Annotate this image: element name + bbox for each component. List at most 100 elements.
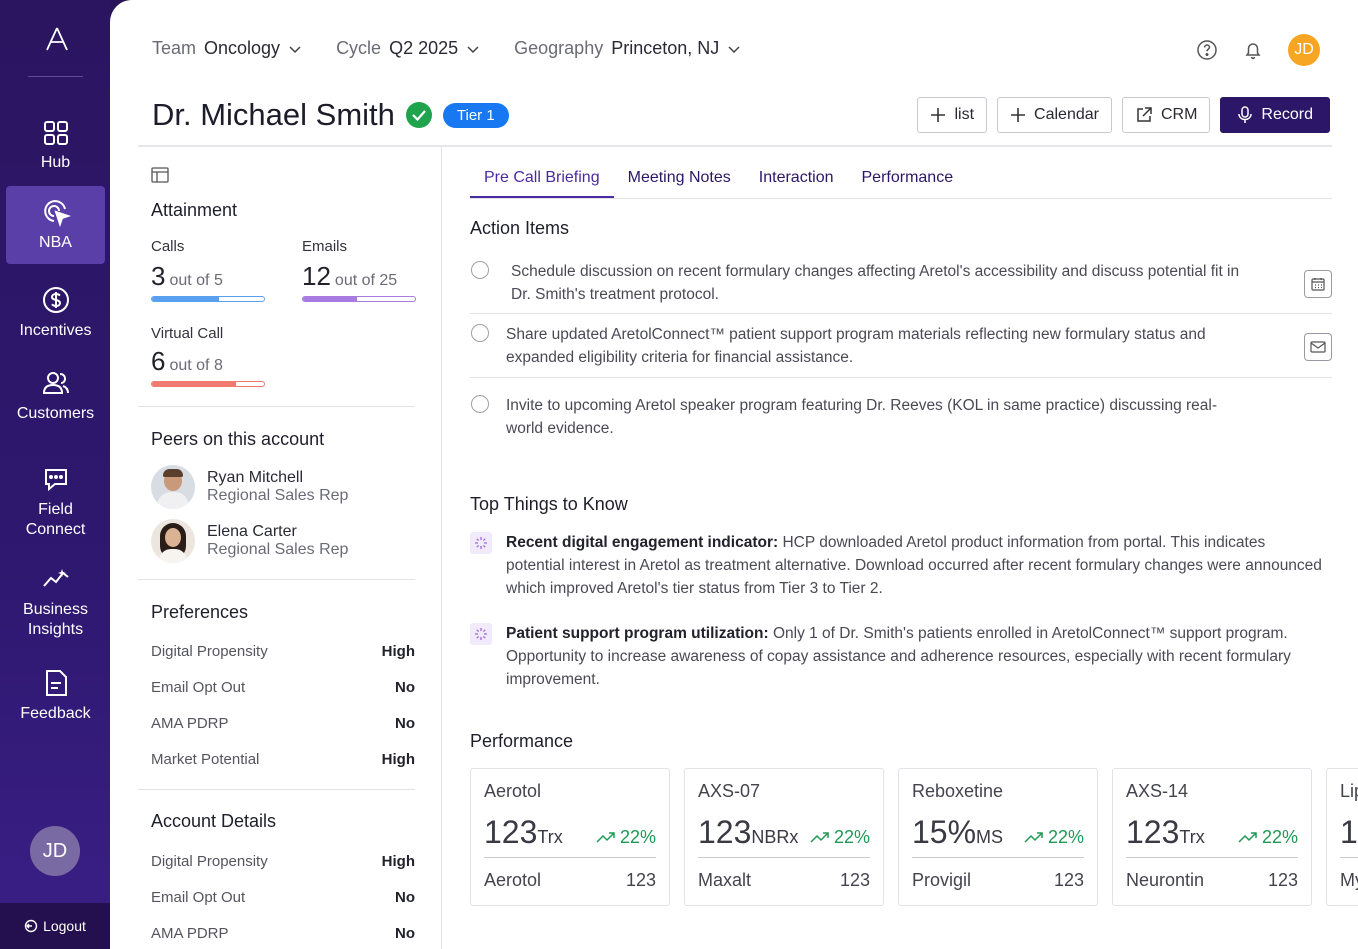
- preference-value: No: [395, 714, 415, 732]
- action-checkbox[interactable]: [471, 324, 489, 342]
- users-icon: [42, 372, 69, 394]
- sidebar-item-incentives[interactable]: Incentives: [6, 277, 105, 349]
- add-calendar-button[interactable]: Calendar: [997, 97, 1112, 133]
- user-avatar[interactable]: JD: [1288, 34, 1320, 66]
- preferences-list: Digital Propensity High Email Opt Out No A…: [151, 633, 415, 777]
- action-text: Share updated AretolConnect™ patient sup…: [506, 326, 1206, 366]
- record-button[interactable]: Record: [1220, 97, 1330, 133]
- card-foot-name: Aerotol: [484, 870, 542, 890]
- geography-value: Princeton, NJ: [611, 38, 720, 58]
- content-panel: Pre Call Briefing Meeting Notes Interact…: [470, 147, 1358, 949]
- card-foot-name: My: [1340, 870, 1358, 890]
- sidebar-item-feedback[interactable]: Feedback: [6, 660, 105, 732]
- performance-card[interactable]: Aerotol 123Trx 22% Aerotol 123: [470, 768, 670, 906]
- tab-meeting-notes[interactable]: Meeting Notes: [614, 147, 745, 198]
- card-unit: NBRx: [751, 827, 799, 847]
- section-divider: [138, 406, 415, 407]
- grid-icon: [43, 121, 68, 145]
- logout-label: Logout: [43, 918, 86, 934]
- plus-icon: [931, 108, 946, 122]
- performance-card[interactable]: AXS-14 123Trx 22% Neurontin 123: [1112, 768, 1312, 906]
- action-checkbox[interactable]: [471, 395, 489, 413]
- insight-item: Patient support program utilization: Onl…: [470, 622, 1332, 691]
- crm-button[interactable]: CRM: [1121, 97, 1211, 133]
- preference-row: Email Opt Out No: [151, 669, 415, 705]
- dollar-icon: [42, 287, 69, 313]
- card-delta-value: 22%: [833, 826, 870, 847]
- preference-row: AMA PDRP No: [151, 705, 415, 741]
- geography-dropdown[interactable]: Geography Princeton, NJ: [514, 38, 741, 59]
- attainment-title: Attainment: [151, 200, 238, 220]
- calendar-action-button[interactable]: [1304, 270, 1332, 298]
- performance-title: Performance: [470, 731, 574, 751]
- card-product: Reboxetine: [912, 781, 1004, 801]
- sidebar-item-label: Incentives: [19, 322, 92, 339]
- performance-card[interactable]: Lip 1 My: [1326, 768, 1358, 906]
- tab-interaction[interactable]: Interaction: [745, 147, 848, 198]
- insight-title: Recent digital engagement indicator:: [506, 534, 779, 551]
- logout-button[interactable]: Logout: [0, 903, 110, 949]
- performance-card[interactable]: AXS-07 123NBRx 22% Maxalt 123: [684, 768, 884, 906]
- sidebar-item-hub[interactable]: Hub: [6, 110, 105, 182]
- sidebar-item-label: NBA: [39, 234, 72, 251]
- tab-pre-call-briefing[interactable]: Pre Call Briefing: [470, 147, 614, 198]
- card-unit: Trx: [1179, 827, 1205, 847]
- card-product: Aerotol: [484, 781, 542, 801]
- main-panel: Team Oncology Cycle Q2 2025 Geography Pr…: [110, 0, 1358, 949]
- document-icon: [45, 670, 67, 696]
- action-item: Invite to upcoming Aretol speaker progra…: [470, 394, 1332, 440]
- crm-label: CRM: [1160, 106, 1198, 123]
- team-dropdown[interactable]: Team Oncology: [152, 38, 302, 59]
- sidebar-item-customers[interactable]: Customers: [6, 360, 105, 432]
- peer-item[interactable]: Elena Carter Regional Sales Rep: [151, 519, 348, 563]
- trend-up-icon: [596, 832, 615, 843]
- card-foot-name: Maxalt: [698, 870, 752, 890]
- help-icon[interactable]: [1196, 39, 1218, 61]
- cycle-label: Cycle: [336, 38, 382, 58]
- card-product: AXS-14: [1126, 781, 1189, 801]
- filter-bar: Team Oncology Cycle Q2 2025 Geography Pr…: [152, 38, 741, 59]
- performance-card[interactable]: Reboxetine 15%MS 22% Provigil 123: [898, 768, 1098, 906]
- calls-stat: Calls 3 out of 5: [151, 238, 265, 302]
- trend-icon: [42, 569, 69, 587]
- preferences-title: Preferences: [151, 602, 249, 622]
- action-item: Schedule discussion on recent formulary …: [470, 260, 1332, 306]
- tab-performance[interactable]: Performance: [848, 147, 968, 198]
- card-unit: Trx: [537, 827, 563, 847]
- emails-label: Emails: [302, 238, 348, 255]
- email-action-button[interactable]: [1304, 333, 1332, 361]
- card-delta: 22%: [596, 827, 656, 848]
- bell-icon[interactable]: [1242, 39, 1264, 61]
- action-items-title: Action Items: [470, 218, 570, 238]
- account-value: High: [381, 852, 415, 870]
- calls-progress-fill: [152, 297, 220, 301]
- layout-icon[interactable]: [151, 167, 169, 183]
- preference-value: High: [381, 750, 415, 768]
- peer-name: Ryan Mitchell: [207, 469, 304, 486]
- sidebar-divider: [28, 76, 83, 77]
- card-unit: MS: [976, 827, 1004, 847]
- emails-stat: Emails 12 out of 25: [302, 238, 416, 302]
- chevron-down-icon: [467, 45, 479, 53]
- calls-label: Calls: [151, 238, 185, 255]
- sidebar-item-label: Field Connect: [25, 501, 86, 538]
- sidebar-item-business-insights[interactable]: Business Insights: [6, 560, 105, 644]
- action-checkbox[interactable]: [471, 261, 489, 279]
- add-list-button[interactable]: list: [917, 97, 988, 133]
- sidebar-item-field-connect[interactable]: Field Connect: [6, 460, 105, 544]
- row-divider: [470, 313, 1332, 314]
- virtual-call-progress-fill: [152, 382, 236, 386]
- section-divider: [138, 579, 415, 580]
- cycle-dropdown[interactable]: Cycle Q2 2025: [336, 38, 480, 59]
- page-title: Dr. Michael Smith: [152, 97, 395, 132]
- sidebar: Hub NBA Incentives Customers Field Conne…: [0, 0, 110, 949]
- user-avatar[interactable]: JD: [30, 826, 80, 876]
- account-key: Email Opt Out: [151, 888, 246, 906]
- account-key: AMA PDRP: [151, 924, 229, 942]
- emails-progress-bar: [302, 296, 416, 302]
- calls-sub: out of 5: [169, 272, 223, 289]
- sidebar-item-label: Feedback: [20, 705, 91, 722]
- sidebar-item-nba[interactable]: NBA: [6, 186, 105, 264]
- peer-item[interactable]: Ryan Mitchell Regional Sales Rep: [151, 465, 348, 509]
- card-value: 1: [1340, 814, 1358, 850]
